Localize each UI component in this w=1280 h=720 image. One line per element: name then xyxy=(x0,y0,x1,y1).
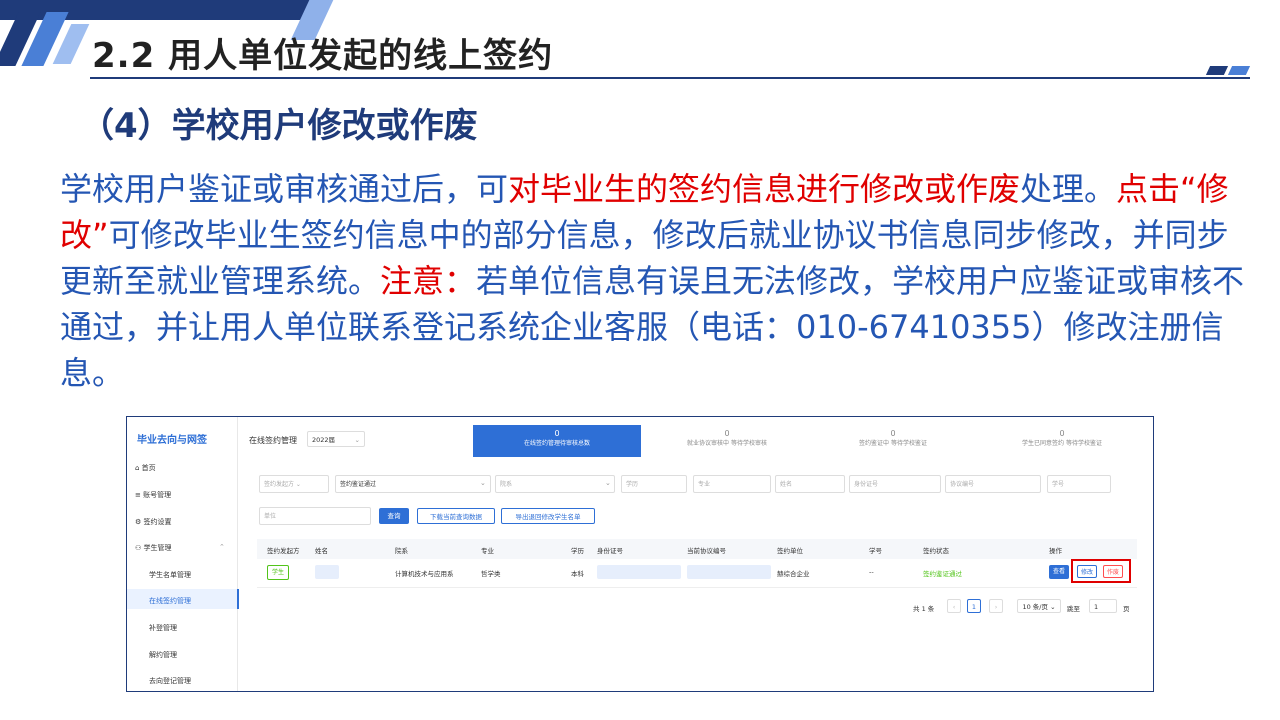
cell-major: 哲学类 xyxy=(481,570,501,578)
page-title: 在线签约管理 xyxy=(249,436,297,445)
sidebar-item-accounts[interactable]: ≡ 账号管理 xyxy=(135,490,171,500)
initiator-tag: 学生 xyxy=(267,565,290,580)
gear-icon: ⚙ xyxy=(135,518,144,526)
view-button[interactable]: 查看 xyxy=(1049,565,1069,579)
page-unit-label: 页 xyxy=(1123,605,1130,613)
stat-card-student-agreed[interactable]: 0 学生已同意签约 等待学校鉴证 xyxy=(979,425,1145,457)
cell-department: 计算机技术与应用系 xyxy=(395,570,454,578)
chevron-down-icon: ⌄ xyxy=(605,479,611,487)
redacted-id-number xyxy=(597,565,681,579)
status-select[interactable]: 签约鉴证通过 xyxy=(335,475,491,493)
sidebar-item-home[interactable]: ⌂ 首页 xyxy=(135,463,156,473)
sidebar-item-online-signing[interactable]: 在线签约管理 xyxy=(149,596,191,606)
initiator-select[interactable]: 签约发起方 ⌄ xyxy=(259,475,329,493)
slide-subtitle: （4）学校用户修改或作废 xyxy=(80,106,478,146)
unit-input[interactable]: 单位 xyxy=(259,507,371,525)
col-header: 签约单位 xyxy=(777,547,803,555)
col-header: 学号 xyxy=(869,547,882,555)
chevron-up-icon[interactable]: ⌃ xyxy=(219,543,225,551)
next-page-button[interactable]: › xyxy=(989,599,1003,613)
user-group-icon: ⚇ xyxy=(135,544,144,552)
page-size-select[interactable]: 10 条/页 ⌄ xyxy=(1017,599,1061,613)
sidebar: 毕业去向与网签 ⌂ 首页 ≡ 账号管理 ⚙ 签约设置 ⚇ 学生管理 ⌃ 学生名单… xyxy=(127,417,239,691)
page-number-button[interactable]: 1 xyxy=(967,599,981,613)
year-select[interactable]: 2022届 ⌄ xyxy=(307,431,365,447)
goto-label: 跳至 xyxy=(1067,605,1080,613)
title-underline xyxy=(90,77,1250,79)
department-select[interactable]: 院系 xyxy=(495,475,615,493)
col-header: 操作 xyxy=(1049,547,1062,555)
highlighted-text: 注意： xyxy=(380,262,477,300)
chevron-down-icon: ⌄ xyxy=(354,436,360,444)
query-button[interactable]: 查询 xyxy=(379,508,409,524)
sidebar-item-students[interactable]: ⚇ 学生管理 xyxy=(135,543,172,553)
edit-button[interactable]: 修改 xyxy=(1077,565,1097,578)
redacted-name xyxy=(315,565,339,579)
redacted-agreement-no xyxy=(687,565,771,579)
highlighted-text: 对毕业生的签约信息进行修改或作废 xyxy=(508,170,1021,208)
agreement-no-input[interactable]: 协议编号 xyxy=(945,475,1041,493)
education-select[interactable]: 学历 xyxy=(621,475,687,493)
paragraph-text: 学校用户鉴证或审核通过后，可 xyxy=(60,170,509,208)
stat-card-agreement-review[interactable]: 0 就业协议审核中 等待学校审核 xyxy=(647,425,807,457)
name-input[interactable]: 姓名 xyxy=(775,475,845,493)
major-input[interactable]: 专业 xyxy=(693,475,771,493)
export-button[interactable]: 导出退回修改学生名单 xyxy=(501,508,595,524)
sidebar-item-supplement[interactable]: 补登管理 xyxy=(149,623,177,633)
chevron-down-icon: ⌄ xyxy=(480,479,486,487)
corner-decoration xyxy=(1227,66,1251,75)
col-header: 当前协议编号 xyxy=(687,547,726,555)
cell-student-no: -- xyxy=(869,568,874,576)
prev-page-button[interactable]: ‹ xyxy=(947,599,961,613)
download-button[interactable]: 下载当前查询数据 xyxy=(417,508,495,524)
col-header: 学历 xyxy=(571,547,584,555)
menu-icon: ≡ xyxy=(135,491,144,499)
col-header: 姓名 xyxy=(315,547,328,555)
sidebar-item-student-list[interactable]: 学生名单管理 xyxy=(149,570,191,580)
stat-card-pending[interactable]: 0 在线签约管理待审核总数 xyxy=(473,425,641,457)
cell-education: 本科 xyxy=(571,570,584,578)
app-screenshot: 毕业去向与网签 ⌂ 首页 ≡ 账号管理 ⚙ 签约设置 ⚇ 学生管理 ⌃ 学生名单… xyxy=(126,416,1154,692)
slide-title: 2.2 用人单位发起的线上签约 xyxy=(92,36,554,76)
corner-decoration xyxy=(1205,66,1229,75)
paragraph-text: 处理。 xyxy=(1020,170,1117,208)
col-header: 院系 xyxy=(395,547,408,555)
student-no-input[interactable]: 学号 xyxy=(1047,475,1111,493)
sidebar-item-destination[interactable]: 去向登记管理 xyxy=(149,676,191,686)
col-header: 签约状态 xyxy=(923,547,949,555)
sidebar-item-settings[interactable]: ⚙ 签约设置 xyxy=(135,517,172,527)
col-header: 专业 xyxy=(481,547,494,555)
stat-card-verification[interactable]: 0 签约鉴证中 等待学校鉴证 xyxy=(813,425,973,457)
col-header: 身份证号 xyxy=(597,547,623,555)
col-header: 签约发起方 xyxy=(267,547,300,555)
void-button[interactable]: 作废 xyxy=(1103,565,1123,578)
pager-total: 共 1 条 xyxy=(913,605,935,613)
brand-logo: 毕业去向与网签 xyxy=(137,435,207,446)
goto-input[interactable]: 1 xyxy=(1089,599,1117,613)
home-icon: ⌂ xyxy=(135,464,142,472)
slide-paragraph: 学校用户鉴证或审核通过后，可对毕业生的签约信息进行修改或作废处理。点击“修改”可… xyxy=(60,166,1250,396)
cell-status: 签约鉴证通过 xyxy=(923,570,962,578)
id-number-input[interactable]: 身份证号 xyxy=(849,475,941,493)
sidebar-item-cancel[interactable]: 解约管理 xyxy=(149,650,177,660)
cell-unit: 赫综合企业 xyxy=(777,570,810,578)
